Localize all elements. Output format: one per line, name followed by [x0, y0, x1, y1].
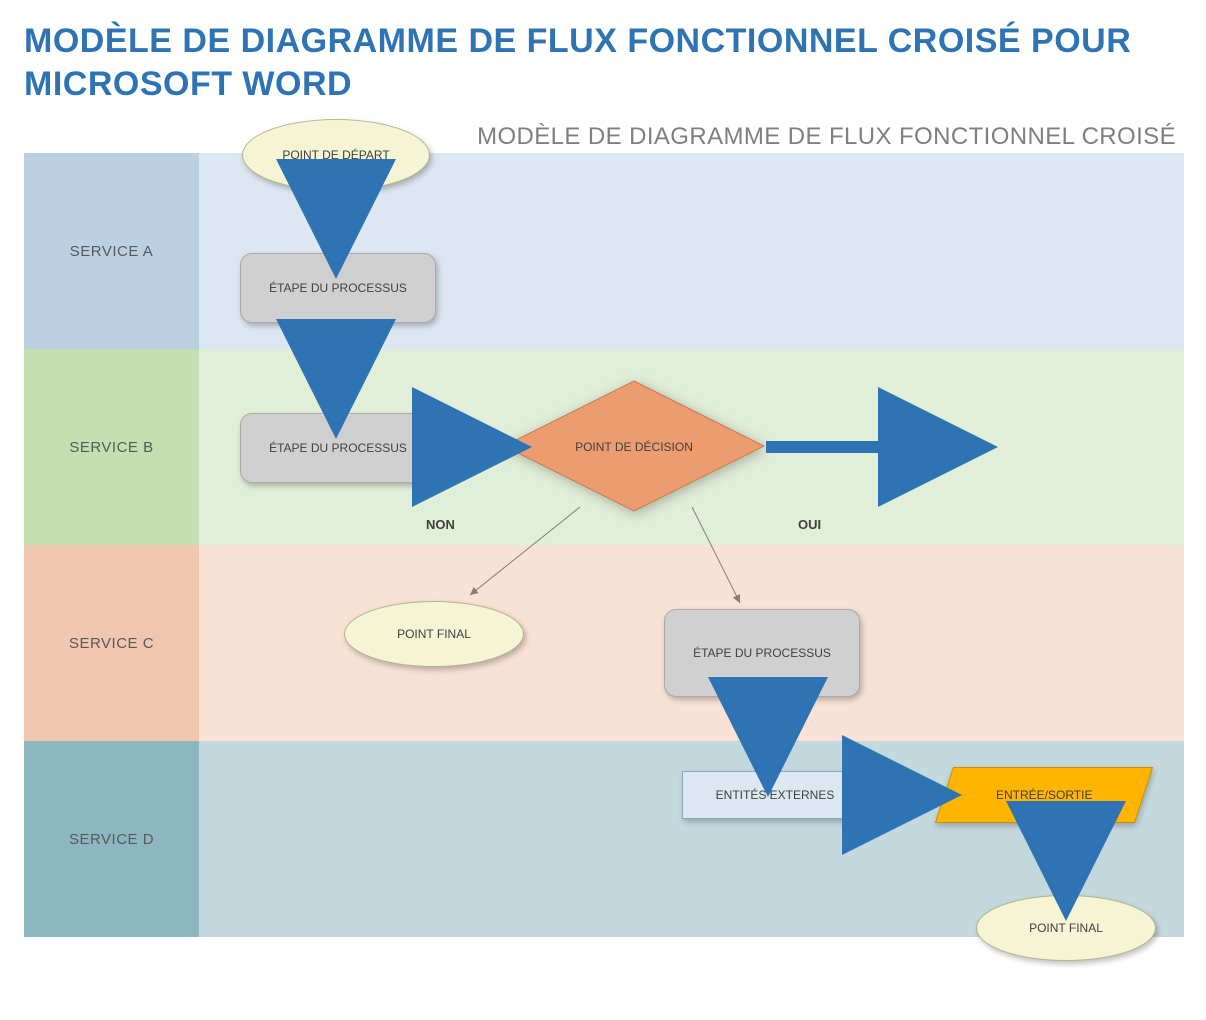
process-step-3: ÉTAPE DU PROCESSUS: [664, 609, 860, 697]
io-node: ENTRÉE/SORTIE: [944, 767, 1144, 823]
end-node-2: POINT FINAL: [976, 895, 1156, 961]
io-label: ENTRÉE/SORTIE: [996, 788, 1092, 802]
swimlane-diagram: SERVICE A SERVICE B SERVICE C SERVICE D …: [24, 153, 1184, 993]
lane-label-b: SERVICE B: [24, 349, 199, 545]
lane-service-c: SERVICE C: [24, 545, 1184, 741]
lane-service-a: SERVICE A: [24, 153, 1184, 349]
lane-label-c: SERVICE C: [24, 545, 199, 741]
lane-label-a: SERVICE A: [24, 153, 199, 349]
start-node: POINT DE DÉPART: [242, 119, 430, 191]
end-node-1: POINT FINAL: [344, 601, 524, 667]
page-title: MODÈLE DE DIAGRAMME DE FLUX FONCTIONNEL …: [24, 20, 1182, 105]
branch-yes-label: OUI: [798, 517, 821, 532]
lane-label-d: SERVICE D: [24, 741, 199, 937]
decision-label: POINT DE DÉCISION: [574, 427, 694, 467]
process-step-1: ÉTAPE DU PROCESSUS: [240, 253, 436, 323]
branch-no-label: NON: [426, 517, 455, 532]
process-step-2: ÉTAPE DU PROCESSUS: [240, 413, 436, 483]
diagram-subtitle: MODÈLE DE DIAGRAMME DE FLUX FONCTIONNEL …: [24, 123, 1176, 151]
external-entity: ENTITÉS EXTERNES: [682, 771, 868, 819]
